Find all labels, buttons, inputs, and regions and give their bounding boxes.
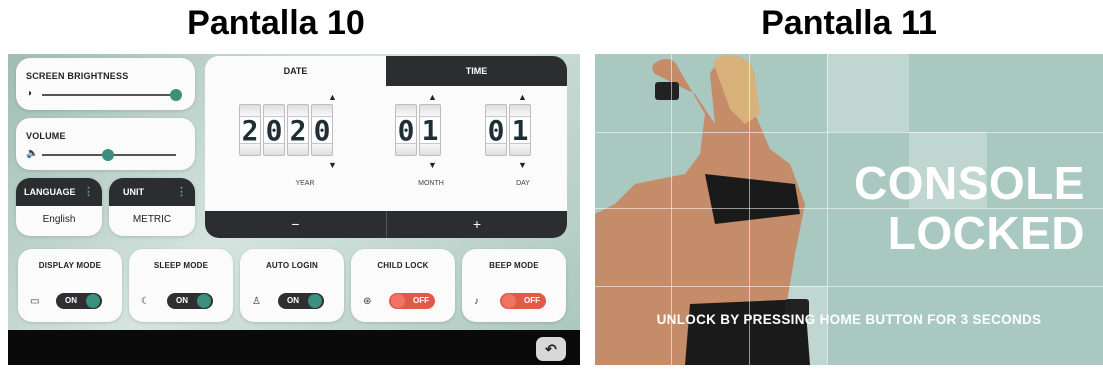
sleep-mode-toggle[interactable]: ON (167, 293, 213, 309)
settings-screen: SCREEN BRIGHTNESS ◑ VOLUME 🔈 LANGUAGE ⋮ … (8, 54, 580, 365)
day-digit: 0 (485, 104, 507, 156)
beep-mode-label: BEEP MODE (489, 261, 539, 270)
auto-login-label: AUTO LOGIN (265, 261, 319, 270)
grid-line (595, 286, 1103, 287)
toggle-state: OFF (413, 296, 429, 305)
year-down-arrow[interactable]: ▼ (328, 160, 337, 170)
console-locked-title: CONSOLE LOCKED (785, 158, 1085, 258)
toggle-knob (391, 294, 405, 308)
toggle-state: ON (65, 296, 77, 305)
day-down-arrow[interactable]: ▼ (518, 160, 527, 170)
language-card[interactable]: LANGUAGE ⋮ English (16, 178, 102, 236)
unit-label: UNIT (123, 187, 144, 197)
brightness-icon: ◑ (26, 88, 33, 99)
year-digit: 2 (239, 104, 261, 156)
beep-mode-toggle[interactable]: OFF (500, 293, 546, 309)
auto-login-toggle[interactable]: ON (278, 293, 324, 309)
screen-10-heading: Pantalla 10 (187, 4, 365, 42)
month-digit: 1 (419, 104, 441, 156)
month-digit: 0 (395, 104, 417, 156)
language-label: LANGUAGE (24, 187, 76, 197)
language-header: LANGUAGE ⋮ (16, 178, 102, 206)
unit-menu-icon[interactable]: ⋮ (176, 185, 187, 198)
unit-card[interactable]: UNIT ⋮ METRIC (109, 178, 195, 236)
brightness-card: SCREEN BRIGHTNESS ◑ (16, 58, 195, 110)
date-time-panel: DATE TIME ▲ ▲ ▲ 2 0 2 0 0 1 0 1 ▼ ▼ ▼ YE… (205, 56, 567, 238)
volume-card: VOLUME 🔈 (16, 118, 195, 170)
tab-time[interactable]: TIME (386, 56, 567, 86)
grid-line (595, 132, 1103, 133)
speaker-icon: 🔈 (26, 148, 39, 159)
screen-11-heading: Pantalla 11 (761, 4, 937, 42)
tab-date[interactable]: DATE (205, 56, 386, 86)
year-digit: 0 (263, 104, 285, 156)
athlete-glove (655, 82, 679, 100)
child-lock-card: CHILD LOCK ⊛ OFF (351, 249, 455, 322)
display-icon: ▭ (30, 296, 40, 307)
toggle-knob (308, 294, 322, 308)
console-locked-screen: CONSOLE LOCKED UNLOCK BY PRESSING HOME B… (595, 54, 1103, 365)
display-mode-label: DISPLAY MODE (38, 261, 102, 270)
beep-mode-card: BEEP MODE ♪ OFF (462, 249, 566, 322)
display-mode-toggle[interactable]: ON (56, 293, 102, 309)
brightness-label: SCREEN BRIGHTNESS (26, 71, 129, 81)
sleep-mode-label: SLEEP MODE (153, 261, 209, 270)
unlock-instruction: UNLOCK BY PRESSING HOME BUTTON FOR 3 SEC… (656, 312, 1042, 327)
toggle-state: ON (176, 296, 188, 305)
year-digit: 0 (311, 104, 333, 156)
unit-value: METRIC (132, 214, 172, 225)
child-lock-toggle[interactable]: OFF (389, 293, 435, 309)
toggle-state: ON (287, 296, 299, 305)
brightness-slider-knob[interactable] (170, 89, 182, 101)
unit-header: UNIT ⋮ (109, 178, 195, 206)
user-icon: ♙ (252, 296, 261, 307)
increment-button[interactable]: + (386, 211, 567, 238)
decrement-button[interactable]: − (205, 211, 386, 238)
child-lock-label: CHILD LOCK (377, 261, 429, 270)
display-mode-card: DISPLAY MODE ▭ ON (18, 249, 122, 322)
language-menu-icon[interactable]: ⋮ (83, 185, 94, 198)
sound-icon: ♪ (474, 296, 479, 307)
month-label: MONTH (418, 180, 444, 187)
lock-icon: ⊛ (363, 296, 372, 307)
auto-login-card: AUTO LOGIN ♙ ON (240, 249, 344, 322)
year-digit: 2 (287, 104, 309, 156)
title-line-1: CONSOLE (854, 157, 1085, 209)
year-label: YEAR (295, 180, 315, 187)
brightness-slider-track[interactable] (42, 94, 176, 96)
toggle-knob (197, 294, 211, 308)
sleep-mode-card: SLEEP MODE ☾ ON (129, 249, 233, 322)
day-label: DAY (516, 180, 530, 187)
toggle-state: OFF (524, 296, 540, 305)
language-value: English (42, 214, 76, 225)
day-up-arrow[interactable]: ▲ (518, 92, 527, 102)
toggle-knob (86, 294, 100, 308)
volume-slider-knob[interactable] (102, 149, 114, 161)
sleep-icon: ☾ (141, 296, 150, 307)
month-down-arrow[interactable]: ▼ (428, 160, 437, 170)
back-button[interactable]: ↶ (536, 337, 566, 361)
volume-label: VOLUME (26, 131, 66, 141)
day-digit: 1 (509, 104, 531, 156)
year-up-arrow[interactable]: ▲ (328, 92, 337, 102)
month-up-arrow[interactable]: ▲ (428, 92, 437, 102)
title-line-2: LOCKED (887, 207, 1085, 259)
toggle-knob (502, 294, 516, 308)
bottom-bar (8, 330, 580, 365)
